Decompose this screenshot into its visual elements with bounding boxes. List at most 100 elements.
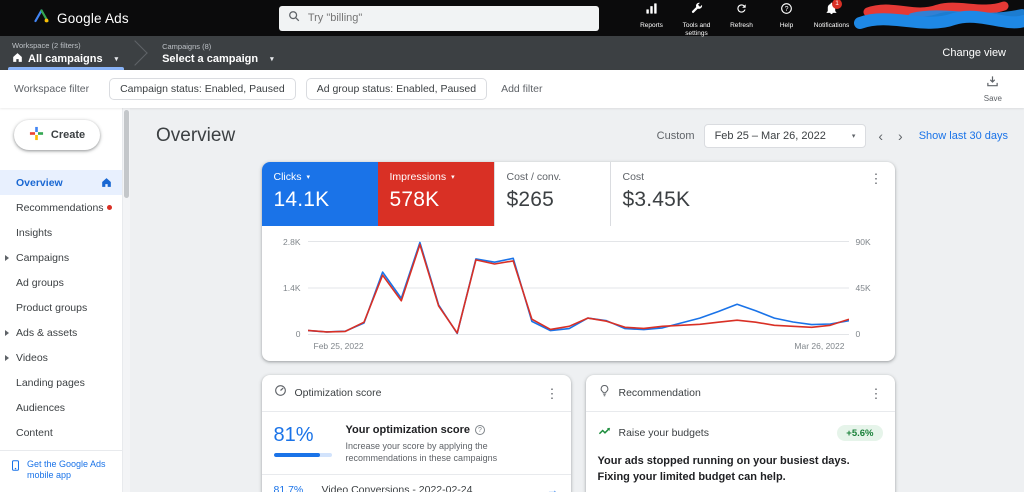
home-icon [12,52,23,66]
expand-arrow-icon[interactable] [5,355,9,361]
card-title: Optimization score [295,387,382,399]
sidebar-scrollbar[interactable] [122,108,130,492]
recommendation-headline: Your ads stopped running on your busiest… [598,454,883,486]
sidebar-item-ad-groups[interactable]: Ad groups [0,270,122,295]
sidebar-item-landing-pages[interactable]: Landing pages [0,370,122,395]
workspace-selector[interactable]: Workspace (2 filters) All campaigns ▾ [0,36,134,70]
trending-up-icon [598,424,611,442]
recommendation-name[interactable]: Raise your budgets [619,427,709,439]
lightbulb-icon [598,384,611,402]
home-icon [101,177,112,188]
topbar-action-help[interactable]: ?Help [764,2,809,30]
optimization-progress-bar [274,453,332,457]
uplift-badge: +5.6% [837,425,882,441]
campaign-selector[interactable]: Campaigns (8) Select a campaign ▾ [150,36,290,70]
sidebar-item-audiences[interactable]: Audiences [0,395,122,420]
topbar-action-reports[interactable]: Reports [629,2,674,30]
dropdown-caret-icon: ▾ [852,132,856,140]
sidebar-item-insights[interactable]: Insights [0,220,122,245]
add-filter-button[interactable]: Add filter [501,83,542,95]
campaigns-label: Campaigns (8) [162,42,274,51]
expand-arrow-icon[interactable] [5,255,9,261]
product-name: Google Ads [57,11,129,26]
overview-chart[interactable] [308,240,849,336]
workspace-value: All campaigns [28,53,103,65]
prev-period-button[interactable]: ‹ [875,129,886,143]
x-axis-end-label: Mar 26, 2022 [794,341,844,351]
metric-impressions[interactable]: Impressions▾578K [378,162,494,226]
dropdown-caret-icon: ▾ [451,173,455,181]
filter-chip-1[interactable]: Ad group status: Enabled, Paused [306,78,487,100]
metrics-row: ⋮ Clicks▾14.1KImpressions▾578KCost / con… [262,162,895,226]
metric-clicks[interactable]: Clicks▾14.1K [262,162,378,226]
google-ads-triangle-icon [34,9,49,28]
mobile-app-link[interactable]: Get the Google Ads mobile app [0,450,122,492]
notification-badge: 1 [832,0,842,9]
breadcrumb-separator [134,36,150,70]
metric-cost[interactable]: Cost$3.45K [610,162,726,226]
gauge-icon [274,384,287,402]
scrollbar-thumb[interactable] [124,110,129,198]
sidebar-item-videos[interactable]: Videos [0,345,122,370]
x-axis-start-label: Feb 25, 2022 [314,341,364,351]
sidebar-item-product-groups[interactable]: Product groups [0,295,122,320]
show-last-30-days-link[interactable]: Show last 30 days [919,130,1008,142]
y-axis-right: 90K45K0 [849,240,885,336]
sidebar-item-recommendations[interactable]: Recommendations [0,195,122,220]
sidebar-item-ads-assets[interactable]: Ads & assets [0,320,122,345]
campaigns-value: Select a campaign [162,53,258,65]
card-title: Recommendation [619,387,701,399]
next-period-button[interactable]: › [895,129,906,143]
optimization-description: Increase your score by applying the reco… [346,440,559,464]
dropdown-caret-icon: ▾ [307,173,311,181]
sidebar-item-overview[interactable]: Overview [0,170,122,195]
google-ads-logo[interactable]: Google Ads [34,9,129,28]
topbar-action-tools[interactable]: Tools and settings [674,2,719,38]
dropdown-caret-icon: ▾ [115,55,119,63]
expand-arrow-icon[interactable] [5,330,9,336]
optimization-rows: 81.7%Video Conversions - 2022-02-24→84.7… [262,474,571,492]
save-filter-button[interactable]: Save [984,75,1010,103]
top-app-bar: Google Ads ReportsTools and settingsRefr… [0,0,1024,36]
workspace-filter-bar: Workspace filter Campaign status: Enable… [0,70,1024,108]
topbar-actions: ReportsTools and settingsRefresh?HelpNot… [629,0,854,38]
optimization-progress-fill [274,453,321,457]
global-search[interactable] [279,6,599,31]
help-circle-icon[interactable]: ? [475,425,485,435]
y-axis-left: 2.8K1.4K0 [272,240,308,336]
optimization-score-value: 81% [274,424,332,447]
workspace-label: Workspace (2 filters) [12,41,118,50]
optimization-score-card: Optimization score ⋮ 81% [262,375,571,492]
card-menu-icon[interactable]: ⋮ [870,172,883,185]
google-ads-app: Google Ads ReportsTools and settingsRefr… [0,0,1024,492]
filter-chips: Campaign status: Enabled, Paused Ad group… [109,78,497,100]
arrow-right-icon[interactable]: → [547,483,559,492]
plus-icon [29,126,44,144]
sidebar-item-content[interactable]: Content [0,420,122,445]
recommendation-card: Recommendation ⋮ Raise your budgets +5.6… [586,375,895,492]
date-range-picker[interactable]: Feb 25 – Mar 26, 2022 ▾ [704,124,867,148]
change-view-button[interactable]: Change view [942,36,1024,70]
refresh-icon [735,2,748,20]
sidebar-item-campaigns[interactable]: Campaigns [0,245,122,270]
topbar-action-notifications[interactable]: Notifications1 [809,2,854,30]
optimization-row-video-conversions-2022-02-24[interactable]: 81.7%Video Conversions - 2022-02-24→ [262,474,571,492]
main-content: Overview Custom Feb 25 – Mar 26, 2022 ▾ … [130,108,1024,492]
optimization-headline: Your optimization score [346,424,470,436]
filter-chip-0[interactable]: Campaign status: Enabled, Paused [109,78,296,100]
create-button[interactable]: Create [14,120,100,150]
dropdown-caret-icon: ▾ [270,55,274,63]
chart-series-impressions [308,245,849,334]
redacted-account-scribble [854,1,1024,35]
search-input[interactable] [308,12,590,24]
card-menu-icon[interactable]: ⋮ [870,387,883,400]
metric-cost-conv[interactable]: Cost / conv.$265 [494,162,610,226]
date-mode-label: Custom [657,130,695,142]
page-title: Overview [156,125,235,147]
topbar-action-refresh[interactable]: Refresh [719,2,764,30]
sidebar-nav: OverviewRecommendationsInsightsCampaigns… [0,170,122,445]
search-icon [288,9,300,27]
filter-bar-label: Workspace filter [14,83,89,95]
svg-text:?: ? [785,6,789,13]
card-menu-icon[interactable]: ⋮ [546,387,559,400]
